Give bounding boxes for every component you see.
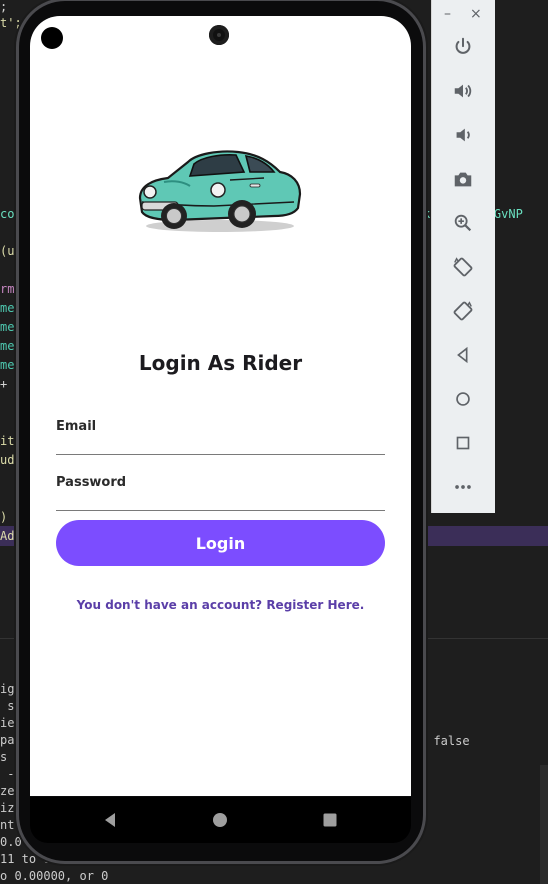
register-link[interactable]: You don't have an account? Register Here… — [30, 598, 411, 612]
volume-up-button[interactable] — [449, 77, 477, 105]
more-icon — [455, 485, 471, 489]
power-icon — [455, 37, 471, 54]
code-line: t'; — [0, 16, 22, 30]
front-camera — [209, 25, 229, 45]
email-field[interactable] — [56, 432, 385, 455]
code-line: k — [423, 207, 431, 221]
rotate-right-icon — [453, 301, 473, 321]
terminal-line: o 0.00000, or 0 — [0, 869, 109, 883]
volume-down-button[interactable] — [449, 121, 477, 149]
volume-up-icon — [454, 84, 472, 98]
more-button[interactable] — [449, 473, 477, 501]
back-icon — [457, 346, 468, 364]
power-button[interactable] — [449, 33, 477, 61]
terminal-scrollbar[interactable] — [540, 765, 548, 884]
code-line: ) — [0, 510, 8, 524]
page-title: Login As Rider — [138, 351, 303, 375]
rotate-left-icon — [453, 257, 473, 277]
nav-home-button[interactable] — [210, 810, 230, 830]
rotate-right-button[interactable] — [449, 297, 477, 325]
car-logo-image — [138, 150, 302, 232]
system-navigation-bar — [30, 797, 411, 843]
nav-overview-icon — [323, 813, 337, 827]
emulator-toolbar: – × — [431, 0, 495, 513]
nav-home-icon — [213, 813, 227, 827]
back-button[interactable] — [449, 341, 477, 369]
close-button[interactable]: × — [470, 6, 482, 22]
nav-back-button[interactable] — [100, 810, 120, 830]
screenshot-button[interactable] — [449, 165, 477, 193]
home-icon — [456, 392, 470, 406]
zoom-icon — [454, 214, 472, 232]
volume-down-icon — [456, 128, 470, 142]
overview-button[interactable] — [449, 429, 477, 457]
terminal-line: 0.0 — [0, 835, 22, 849]
zoom-button[interactable] — [449, 209, 477, 237]
code-line: ; — [0, 0, 15, 14]
nav-back-icon — [105, 813, 115, 827]
camera-cutout-left — [41, 27, 63, 49]
terminal-output-right: : false — [419, 734, 470, 748]
password-field[interactable] — [56, 488, 385, 511]
app-screen: Login As Rider Email Password Login You … — [30, 16, 411, 796]
camera-icon — [454, 172, 472, 187]
overview-icon — [456, 436, 470, 450]
nav-overview-button[interactable] — [320, 810, 340, 830]
home-button[interactable] — [449, 385, 477, 413]
rotate-left-button[interactable] — [449, 253, 477, 281]
minimize-button[interactable]: – — [444, 6, 451, 22]
login-button[interactable]: Login — [56, 520, 385, 566]
